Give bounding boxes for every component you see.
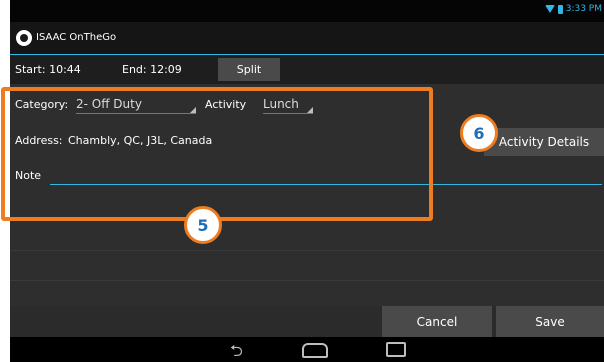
activity-details-button[interactable]: Activity Details (484, 128, 604, 156)
callout-badge-5: 5 (184, 206, 222, 244)
end-time: End: 12:09 (122, 63, 182, 76)
status-indicators: 3:33 PM (544, 4, 602, 14)
battery-icon (557, 4, 563, 14)
divider (10, 250, 604, 251)
start-time: Start: 10:44 (15, 63, 81, 76)
home-icon[interactable] (302, 343, 328, 358)
callout-badge-6: 6 (460, 114, 498, 152)
cancel-button[interactable]: Cancel (382, 306, 492, 337)
form-highlight-box (1, 87, 433, 221)
app-bar: ISAAC OnTheGo (10, 22, 604, 55)
recent-apps-icon[interactable] (386, 342, 406, 357)
split-button[interactable]: Split (218, 58, 280, 81)
app-title: ISAAC OnTheGo (36, 32, 117, 43)
app-logo-icon (16, 30, 32, 46)
save-button[interactable]: Save (496, 306, 604, 337)
status-time: 3:33 PM (565, 4, 602, 14)
status-bar: 3:33 PM (10, 0, 604, 22)
time-row: Start: 10:44 End: 12:09 (10, 55, 604, 84)
wifi-icon (544, 5, 555, 13)
divider (10, 280, 604, 281)
back-icon[interactable]: ⮌ (230, 340, 243, 362)
